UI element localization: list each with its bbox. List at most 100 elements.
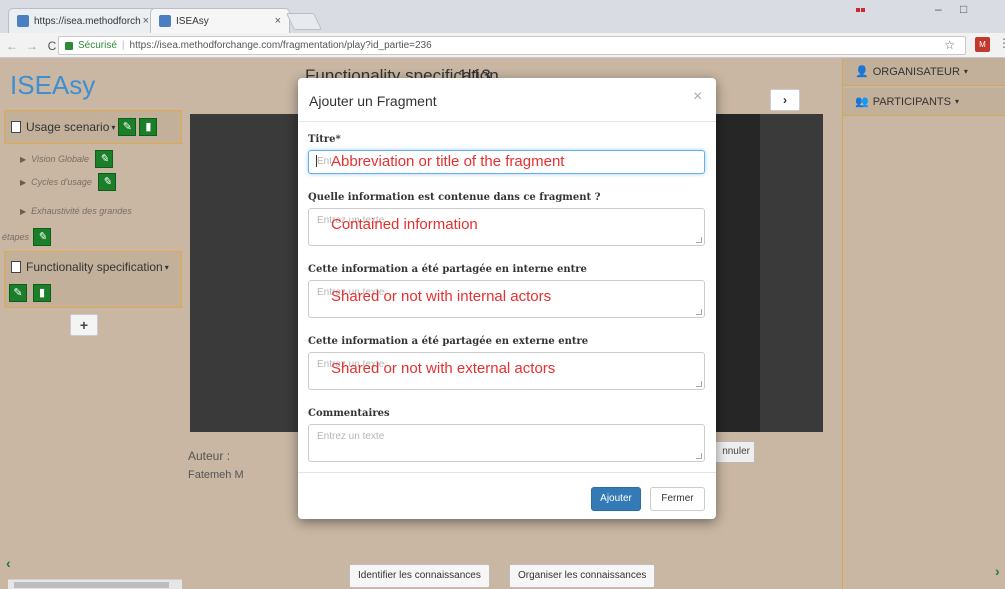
tab-strip: https://isea.methodforch × ISEAsy × – □ <box>0 0 1005 33</box>
secure-label: Sécurisé <box>78 40 117 51</box>
browser-tab-1[interactable]: https://isea.methodforch × <box>8 8 158 33</box>
organisateur-label: ORGANISATEUR <box>872 65 960 78</box>
identify-knowledge-button[interactable]: Identifier les connaissances <box>349 564 490 588</box>
resize-handle-icon[interactable] <box>696 381 702 387</box>
resize-handle-icon[interactable] <box>696 309 702 315</box>
edit-icon[interactable]: ✎ <box>9 284 27 302</box>
document-icon <box>11 261 21 273</box>
author-value: Fatemeh M <box>188 469 244 481</box>
caret-right-icon: ▶ <box>20 154 27 164</box>
modal-footer: Ajouter Fermer <box>298 472 716 519</box>
caret-right-icon: ▶ <box>20 206 27 216</box>
close-button[interactable]: Fermer <box>650 487 705 511</box>
add-fragment-modal: Ajouter un Fragment × Titre* Entrez un t… <box>298 78 716 519</box>
section-actions: ✎ ▮ <box>9 284 52 302</box>
url-text: https://isea.methodforchange.com/fragmen… <box>129 40 432 51</box>
section-usage-scenario: Usage scenario ▾ ✎ ▮ <box>4 110 182 144</box>
section-title: Functionality specification <box>26 260 163 274</box>
internal-label: Cette information a été partagée en inte… <box>308 264 587 275</box>
forward-icon[interactable]: → <box>24 39 40 53</box>
caret-right-icon: ▶ <box>20 177 27 187</box>
author-label: Auteur : <box>188 449 231 463</box>
url-separator: | <box>121 40 125 51</box>
edit-icon[interactable]: ✎ <box>97 173 116 191</box>
title-annotation: Abbreviation or title of the fragment <box>331 153 565 170</box>
resize-handle-icon[interactable] <box>696 237 702 243</box>
tab-close-icon[interactable]: × <box>275 15 281 27</box>
external-annotation: Shared or not with external actors <box>331 360 556 377</box>
section-header[interactable]: Usage scenario ▾ ✎ ▮ <box>11 118 158 136</box>
edit-icon[interactable]: ✎ <box>33 228 52 246</box>
content-annotation: Contained information <box>331 216 478 233</box>
browser-toolbar: ← → C Sécurisé | https://isea.methodforc… <box>0 33 1005 58</box>
modal-title: Ajouter un Fragment <box>309 93 437 109</box>
lock-icon <box>65 41 73 50</box>
caret-down-icon[interactable]: ▾ <box>165 263 169 272</box>
sidebar-item-label: étapes <box>2 232 30 242</box>
address-bar[interactable]: Sécurisé | https://isea.methodforchange.… <box>58 36 966 55</box>
maximize-icon[interactable]: □ <box>960 2 967 16</box>
brand-logo[interactable]: ISEAsy <box>10 70 95 101</box>
tab-title: ISEAsy <box>176 15 209 27</box>
sidebar-item-vision[interactable]: ▶ Vision Globale ✎ <box>20 150 114 168</box>
sidebar-item-label: Exhaustivité des grandes <box>31 206 132 216</box>
section-header[interactable]: Functionality specification ▾ <box>11 260 169 274</box>
edit-icon[interactable]: ✎ <box>95 150 114 168</box>
internal-textarea[interactable]: Entrez un texte Shared or not with inter… <box>308 280 705 318</box>
caret-down-icon: ▾ <box>963 67 968 76</box>
resize-handle-icon[interactable] <box>696 453 702 459</box>
horizontal-scrollbar[interactable] <box>8 579 182 589</box>
tab-title: https://isea.methodforch <box>34 15 141 27</box>
participants-label: PARTICIPANTS <box>872 95 951 108</box>
sidebar-item-cycles[interactable]: ▶ Cycles d'usage ✎ <box>20 173 116 191</box>
section-functionality-spec: Functionality specification ▾ ✎ ▮ <box>4 251 182 308</box>
delete-icon[interactable]: ▮ <box>33 284 52 302</box>
browser-menu-icon[interactable]: ⋮ <box>998 36 1005 50</box>
browser-chrome: https://isea.methodforch × ISEAsy × – □ … <box>0 0 1005 58</box>
favicon-icon <box>17 15 29 27</box>
bookmark-star-icon[interactable]: ☆ <box>944 38 955 52</box>
new-tab-button[interactable] <box>286 13 322 30</box>
internal-annotation: Shared or not with internal actors <box>331 288 552 305</box>
comments-label: Commentaires <box>308 408 390 419</box>
organisateur-dropdown[interactable]: 👤 ORGANISATEUR ▾ <box>843 58 1005 86</box>
title-input[interactable]: Entrez un titre Abbreviation or title of… <box>308 150 705 174</box>
section-title: Usage scenario <box>26 120 110 134</box>
sidebar-item-label: Cycles d'usage <box>31 177 92 187</box>
content-label: Quelle information est contenue dans ce … <box>308 192 601 203</box>
left-sidebar: ISEAsy Usage scenario ▾ ✎ ▮ ▶ Vision Glo… <box>0 58 183 589</box>
user-icon: 👤 <box>855 66 869 78</box>
profile-indicator-icon <box>856 3 886 12</box>
tab-close-icon[interactable]: × <box>143 15 149 27</box>
caret-down-icon: ▾ <box>954 97 959 106</box>
close-icon[interactable]: × <box>693 88 702 106</box>
external-label: Cette information a été partagée en exte… <box>308 336 589 347</box>
comments-placeholder: Entrez un texte <box>317 431 385 442</box>
title-label: Titre* <box>308 134 341 145</box>
sidebar-item-etapes[interactable]: étapes ✎ <box>2 228 52 246</box>
extension-icon[interactable]: M <box>975 37 990 52</box>
modal-header: Ajouter un Fragment × <box>298 78 716 122</box>
sidebar-item-label: Vision Globale <box>31 154 90 164</box>
delete-icon[interactable]: ▮ <box>139 118 158 136</box>
collapse-right-icon[interactable]: › <box>995 563 1000 579</box>
next-page-button[interactable]: › <box>770 89 800 111</box>
document-icon <box>11 121 21 133</box>
organize-knowledge-button[interactable]: Organiser les connaissances <box>509 564 656 588</box>
scrollbar-thumb[interactable] <box>14 582 169 588</box>
back-icon[interactable]: ← <box>4 39 20 53</box>
minimize-icon[interactable]: – <box>935 2 942 16</box>
collapse-left-icon[interactable]: ‹ <box>6 555 11 571</box>
content-textarea[interactable]: Entrez un texte Contained information <box>308 208 705 246</box>
edit-icon[interactable]: ✎ <box>118 118 137 136</box>
add-section-button[interactable]: + <box>70 314 98 336</box>
add-button[interactable]: Ajouter <box>591 487 641 511</box>
caret-down-icon[interactable]: ▾ <box>111 123 115 132</box>
sidebar-item-exhaustivite[interactable]: ▶ Exhaustivité des grandes <box>20 206 132 216</box>
favicon-icon <box>159 15 171 27</box>
browser-tab-2[interactable]: ISEAsy × <box>150 8 290 33</box>
participants-dropdown[interactable]: 👥 PARTICIPANTS ▾ <box>843 88 1005 116</box>
external-textarea[interactable]: Entrez un texte Shared or not with exter… <box>308 352 705 390</box>
group-icon: 👥 <box>855 96 869 108</box>
comments-textarea[interactable]: Entrez un texte <box>308 424 705 462</box>
